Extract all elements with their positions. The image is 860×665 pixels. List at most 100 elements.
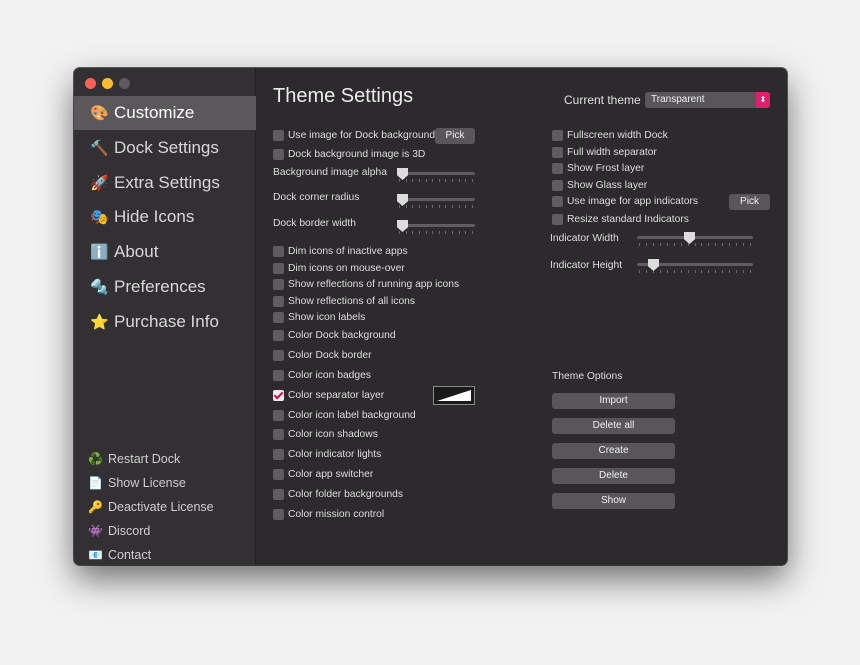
option-color-folder-backgrounds[interactable]: Color folder backgrounds <box>273 489 403 500</box>
option-label: Resize standard Indicators <box>567 214 689 225</box>
option-full-width-separator[interactable]: Full width separator <box>552 147 657 158</box>
option-color-mission-control[interactable]: Color mission control <box>273 509 384 520</box>
option-dock-background-image-is-3d[interactable]: Dock background image is 3D <box>273 149 425 160</box>
dock-border-width-slider[interactable] <box>397 220 475 236</box>
slider-ticks <box>399 231 473 234</box>
sidebar-item-label: Purchase Info <box>114 311 219 331</box>
delete-all-button[interactable]: Delete all <box>552 418 675 434</box>
slider-ticks <box>399 205 473 208</box>
minimize-window-button[interactable] <box>102 78 113 89</box>
pick-dock-background-button[interactable]: Pick <box>435 128 475 144</box>
sidebar-item-extra-settings[interactable]: 🚀 Extra Settings <box>74 166 256 200</box>
sidebar-item-preferences[interactable]: 🔩 Preferences <box>74 270 256 304</box>
sidebar-item-hide-icons[interactable]: 🎭 Hide Icons <box>74 200 256 234</box>
close-window-button[interactable] <box>85 78 96 89</box>
option-show-reflections-of-running-app-icons[interactable]: Show reflections of running app icons <box>273 279 459 290</box>
dock-settings-icon: 🔨 <box>90 139 109 157</box>
option-label: Show icon labels <box>288 312 366 323</box>
import-button[interactable]: Import <box>552 393 675 409</box>
indicator-width-slider[interactable] <box>637 232 753 248</box>
footer-link-deactivate-license[interactable]: 🔑 Deactivate License <box>88 495 214 519</box>
background-image-alpha-slider[interactable] <box>397 168 475 184</box>
option-label: Color mission control <box>288 509 385 520</box>
option-dim-icons-on-mouse-over[interactable]: Dim icons on mouse-over <box>273 263 405 274</box>
footer-link-label: Contact <box>108 548 152 562</box>
show-frost-layer-checkbox[interactable] <box>552 163 563 174</box>
restart-dock-icon: ♻️ <box>88 452 103 466</box>
option-use-image-for-dock-background[interactable]: Use image for Dock background <box>273 130 435 141</box>
app-window: 🎨 Customize 🔨 Dock Settings 🚀 Extra Settings 🎭… <box>74 68 787 565</box>
show-glass-layer-checkbox[interactable] <box>552 180 563 191</box>
option-color-icon-shadows[interactable]: Color icon shadows <box>273 429 378 440</box>
hide-icons-icon: 🎭 <box>90 209 109 227</box>
option-color-dock-border[interactable]: Color Dock border <box>273 350 372 361</box>
sidebar-item-label: About <box>114 242 159 262</box>
option-resize-standard-indicators[interactable]: Resize standard Indicators <box>552 214 689 225</box>
option-color-app-switcher[interactable]: Color app switcher <box>273 469 373 480</box>
option-color-separator-layer[interactable]: Color separator layer <box>273 390 384 401</box>
footer-link-show-license[interactable]: 📄 Show License <box>88 471 214 495</box>
color-app-switcher-checkbox[interactable] <box>273 469 284 480</box>
use-image-for-app-indicators-checkbox[interactable] <box>552 196 563 207</box>
color-icon-shadows-checkbox[interactable] <box>273 429 284 440</box>
dock-corner-radius-slider[interactable] <box>397 194 475 210</box>
option-color-icon-badges[interactable]: Color icon badges <box>273 370 371 381</box>
footer-link-contact[interactable]: 📧 Contact <box>88 543 214 565</box>
sidebar-item-label: Extra Settings <box>114 172 220 192</box>
color-mission-control-checkbox[interactable] <box>273 509 284 520</box>
show-button[interactable]: Show <box>552 493 675 509</box>
pick-app-indicator-button[interactable]: Pick <box>729 194 770 210</box>
option-color-icon-label-background[interactable]: Color icon label background <box>273 410 416 421</box>
dock-border-width-label: Dock border width <box>273 218 356 229</box>
delete-button[interactable]: Delete <box>552 468 675 484</box>
show-reflections-of-all-icons-checkbox[interactable] <box>273 296 284 307</box>
sidebar-item-dock-settings[interactable]: 🔨 Dock Settings <box>74 131 256 165</box>
option-label: Fullscreen width Dock <box>567 130 668 141</box>
slider-ticks <box>399 179 473 182</box>
current-theme-select[interactable]: Transparent ⬍ <box>645 92 770 108</box>
full-width-separator-checkbox[interactable] <box>552 147 563 158</box>
color-icon-badges-checkbox[interactable] <box>273 370 284 381</box>
current-theme-label: Current theme <box>564 93 641 107</box>
option-use-image-for-app-indicators[interactable]: Use image for app indicators <box>552 196 698 207</box>
footer-link-discord[interactable]: 👾 Discord <box>88 519 214 543</box>
color-dock-border-checkbox[interactable] <box>273 350 284 361</box>
footer-link-restart-dock[interactable]: ♻️ Restart Dock <box>88 447 214 471</box>
option-label: Show Glass layer <box>567 180 648 191</box>
create-button[interactable]: Create <box>552 443 675 459</box>
show-icon-labels-checkbox[interactable] <box>273 312 284 323</box>
color-dock-background-checkbox[interactable] <box>273 330 284 341</box>
option-fullscreen-width-dock[interactable]: Fullscreen width Dock <box>552 130 668 141</box>
fullscreen-width-dock-checkbox[interactable] <box>552 130 563 141</box>
dim-icons-of-inactive-apps-checkbox[interactable] <box>273 246 284 257</box>
footer-link-label: Show License <box>108 476 186 490</box>
color-indicator-lights-checkbox[interactable] <box>273 449 284 460</box>
color-icon-label-background-checkbox[interactable] <box>273 410 284 421</box>
option-dim-icons-of-inactive-apps[interactable]: Dim icons of inactive apps <box>273 246 408 257</box>
dock-background-image-is-3d-checkbox[interactable] <box>273 149 284 160</box>
color-folder-backgrounds-checkbox[interactable] <box>273 489 284 500</box>
option-color-dock-background[interactable]: Color Dock background <box>273 330 396 341</box>
option-show-frost-layer[interactable]: Show Frost layer <box>552 163 644 174</box>
sidebar-item-about[interactable]: ℹ️ About <box>74 235 256 269</box>
sidebar-item-customize[interactable]: 🎨 Customize <box>74 96 256 130</box>
sidebar-item-purchase-info[interactable]: ⭐ Purchase Info <box>74 305 256 339</box>
show-reflections-of-running-app-icons-checkbox[interactable] <box>273 279 284 290</box>
option-show-icon-labels[interactable]: Show icon labels <box>273 312 365 323</box>
dock-corner-radius-label: Dock corner radius <box>273 192 360 203</box>
option-label: Color Dock background <box>288 330 396 341</box>
option-show-glass-layer[interactable]: Show Glass layer <box>552 180 647 191</box>
resize-standard-indicators-checkbox[interactable] <box>552 214 563 225</box>
option-label: Color icon shadows <box>288 429 378 440</box>
option-show-reflections-of-all-icons[interactable]: Show reflections of all icons <box>273 296 415 307</box>
indicator-height-slider[interactable] <box>637 259 753 275</box>
dim-icons-on-mouse-over-checkbox[interactable] <box>273 263 284 274</box>
option-color-indicator-lights[interactable]: Color indicator lights <box>273 449 381 460</box>
zoom-window-button[interactable] <box>119 78 130 89</box>
slider-ticks <box>639 243 751 246</box>
background-image-alpha-label: Background image alpha <box>273 167 387 178</box>
separator-color-swatch[interactable] <box>433 386 475 405</box>
color-separator-layer-checkbox[interactable] <box>273 390 284 401</box>
use-image-for-dock-background-checkbox[interactable] <box>273 130 284 141</box>
sidebar-footer: ♻️ Restart Dock 📄 Show License 🔑 Deactivate L… <box>88 447 214 565</box>
